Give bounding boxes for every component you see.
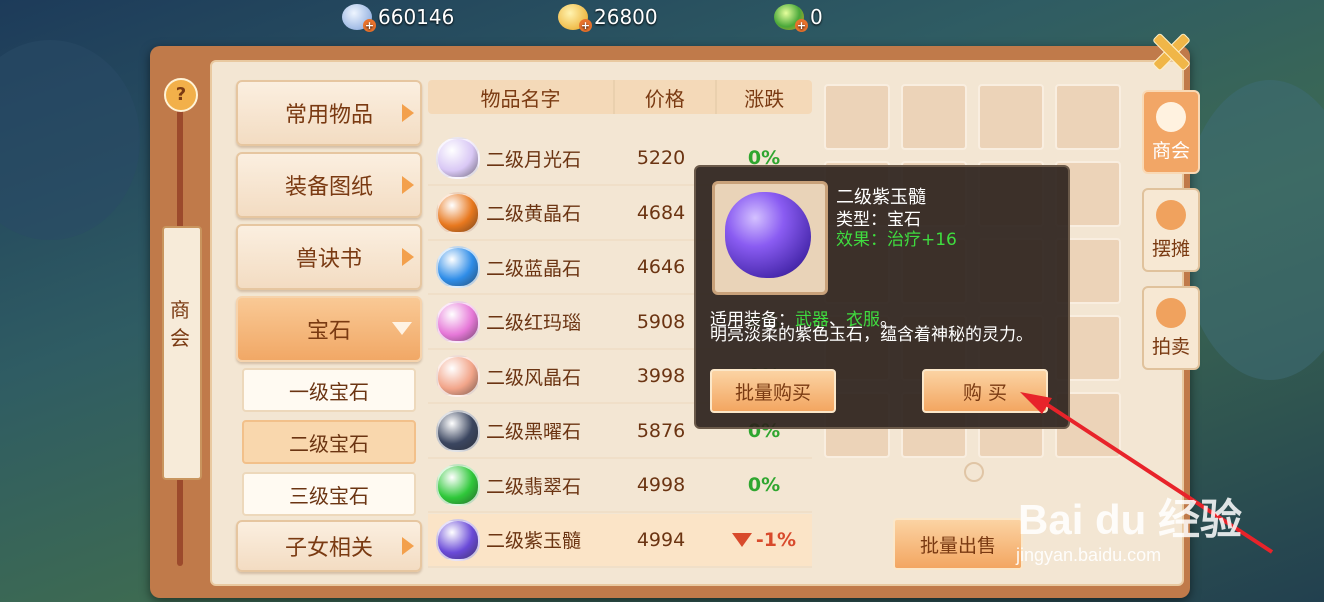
guild-icon xyxy=(1156,102,1186,132)
item-price: 4998 xyxy=(636,474,686,496)
arrow-down-icon xyxy=(731,532,752,547)
background-scenery xyxy=(1180,80,1324,380)
column-header-name: 物品名字 xyxy=(428,80,616,114)
category-label: 常用物品 xyxy=(284,103,373,128)
gem-icon xyxy=(436,409,480,452)
gem-icon xyxy=(436,518,480,561)
item-effect: 效果：治疗+16 xyxy=(836,230,957,250)
chevron-right-icon xyxy=(402,104,414,122)
item-icon-frame xyxy=(712,181,828,295)
gold-coin-icon: + xyxy=(558,4,592,32)
column-header-price: 价格 xyxy=(615,80,717,114)
chevron-right-icon xyxy=(402,537,414,555)
close-icon[interactable] xyxy=(1150,30,1190,70)
silver-amount: 660146 xyxy=(378,5,455,29)
item-name: 二级红玛瑙 xyxy=(486,312,582,334)
bulk-sell-button[interactable]: 批量出售 xyxy=(893,518,1023,570)
inventory-slot[interactable] xyxy=(978,84,1044,150)
item-name: 二级月光石 xyxy=(486,148,582,171)
item-table-header: 物品名字 价格 涨跌 xyxy=(428,80,812,114)
item-name: 二级风晶石 xyxy=(486,366,582,389)
tab-stall[interactable]: 摆摊 xyxy=(1142,188,1200,272)
inventory-slot[interactable] xyxy=(1055,84,1121,150)
coins-icon xyxy=(1156,200,1186,230)
purple-gem-icon xyxy=(725,192,811,278)
subcategory-label: 三级宝石 xyxy=(289,483,369,508)
change-value: 0% xyxy=(747,474,781,496)
inventory-slot[interactable] xyxy=(824,84,890,150)
category-children[interactable]: 子女相关 xyxy=(236,520,422,572)
chevron-down-icon xyxy=(392,322,412,335)
gem-icon xyxy=(436,300,480,343)
item-change: -1% xyxy=(716,529,812,551)
column-header-change: 涨跌 xyxy=(744,86,785,111)
chevron-right-icon xyxy=(402,176,414,194)
silver-currency[interactable]: + 660146 xyxy=(342,4,455,32)
watermark-logo: Bai du 经验 xyxy=(1018,496,1243,543)
help-button[interactable]: ? xyxy=(164,78,198,112)
category-label: 宝石 xyxy=(306,319,351,344)
tab-guild[interactable]: 商会 xyxy=(1142,90,1200,174)
category-label: 子女相关 xyxy=(284,536,373,561)
chevron-right-icon xyxy=(402,248,414,266)
auction-icon xyxy=(1156,298,1186,328)
silver-coin-icon: + xyxy=(342,4,376,32)
table-row[interactable]: 二级翡翠石 4998 0% xyxy=(428,459,812,513)
subcategory-level1-gems[interactable]: 一级宝石 xyxy=(242,368,416,412)
tab-label: 摆摊 xyxy=(1151,238,1190,260)
inventory-slot[interactable] xyxy=(901,84,967,150)
item-name: 二级黄晶石 xyxy=(486,203,582,225)
item-price: 4994 xyxy=(636,528,686,551)
item-change: 0% xyxy=(716,474,812,496)
page-indicator xyxy=(964,462,984,482)
jade-amount: 0 xyxy=(810,5,823,29)
tab-label: 商会 xyxy=(1151,140,1190,162)
gem-icon xyxy=(436,464,480,506)
tab-auction[interactable]: 拍卖 xyxy=(1142,286,1200,370)
subcategory-label: 一级宝石 xyxy=(289,379,369,404)
category-beast-skill-books[interactable]: 兽诀书 xyxy=(236,224,422,290)
item-name: 二级翡翠石 xyxy=(486,475,582,498)
jade-coin-icon: + xyxy=(774,4,808,32)
subcategory-label: 二级宝石 xyxy=(289,431,369,456)
gem-icon xyxy=(436,191,480,234)
bulk-buy-button[interactable]: 批量购买 xyxy=(710,369,836,413)
item-tooltip: 二级紫玉髓 类型：宝石 效果：治疗+16 适用装备：武器、衣服。 明亮淡柔的紫色… xyxy=(694,165,1070,429)
gold-currency[interactable]: + 26800 xyxy=(558,4,658,32)
item-name: 二级紫玉髓 xyxy=(486,530,582,552)
jade-currency[interactable]: + 0 xyxy=(774,4,823,32)
gem-icon xyxy=(436,137,480,179)
watermark-url: jingyan.baidu.com xyxy=(1016,545,1162,565)
category-gems[interactable]: 宝石 xyxy=(236,296,422,362)
tab-label: 拍卖 xyxy=(1151,336,1190,358)
background-scenery xyxy=(0,40,140,240)
gold-amount: 26800 xyxy=(594,5,658,29)
item-name: 二级黑曜石 xyxy=(486,421,582,443)
gem-icon xyxy=(436,355,480,397)
item-description: 明亮淡柔的紫色玉石，蕴含着神秘的灵力。 xyxy=(710,325,1033,345)
table-row[interactable]: 二级紫玉髓 4994 -1% xyxy=(428,513,812,568)
gem-icon xyxy=(436,246,480,288)
category-common-items[interactable]: 常用物品 xyxy=(236,80,422,146)
category-label: 兽诀书 xyxy=(295,247,362,272)
subcategory-level3-gems[interactable]: 三级宝石 xyxy=(242,472,416,516)
side-title: 商会 xyxy=(170,298,190,350)
change-value: -1% xyxy=(755,528,797,551)
category-label: 装备图纸 xyxy=(284,175,373,200)
category-equipment-blueprints[interactable]: 装备图纸 xyxy=(236,152,422,218)
buy-button[interactable]: 购 买 xyxy=(922,369,1048,413)
subcategory-level2-gems[interactable]: 二级宝石 xyxy=(242,420,416,464)
item-name: 二级蓝晶石 xyxy=(486,257,582,280)
